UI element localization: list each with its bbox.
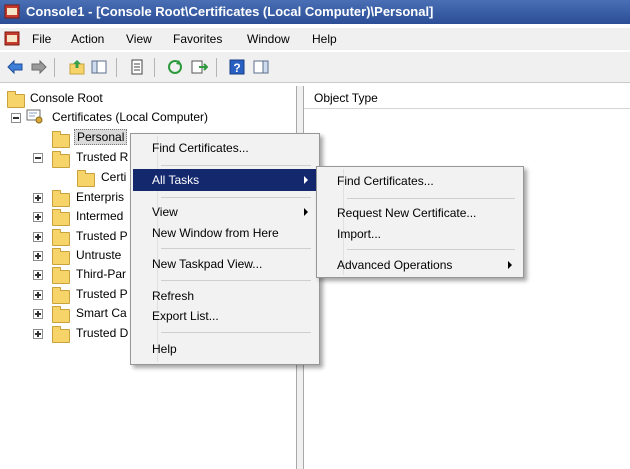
folder-icon <box>52 287 70 304</box>
menu-bar: File Action View Favorites Window Help <box>0 28 630 50</box>
expand-icon[interactable] <box>33 212 43 222</box>
submenu-arrow-icon <box>304 176 308 184</box>
folder-icon <box>52 229 70 246</box>
console-menu-icon[interactable] <box>4 31 20 46</box>
all-tasks-submenu: Find Certificates... Request New Certifi… <box>316 166 524 278</box>
toolbar: ? <box>0 52 630 83</box>
menu-item-label: Import... <box>337 227 382 241</box>
menu-item-label: Refresh <box>152 289 195 303</box>
collapse-icon[interactable] <box>11 113 21 123</box>
menu-favorites[interactable]: Favorites <box>173 32 222 46</box>
tree-item-untrusted[interactable]: Untruste <box>76 248 121 262</box>
submenu-item-import[interactable]: Import... <box>319 223 521 245</box>
menu-help[interactable]: Help <box>312 32 337 46</box>
folder-icon <box>52 190 70 207</box>
menu-item-label: Find Certificates... <box>152 141 249 155</box>
submenu-item-request-new-certificate[interactable]: Request New Certificate... <box>319 202 521 224</box>
expand-icon[interactable] <box>33 329 43 339</box>
back-icon[interactable] <box>6 58 24 76</box>
tree-item-trusted-root[interactable]: Trusted R <box>76 150 128 164</box>
refresh-icon[interactable] <box>166 58 184 76</box>
up-folder-icon[interactable] <box>68 58 86 76</box>
menu-separator <box>161 197 311 198</box>
menu-action[interactable]: Action <box>71 32 104 46</box>
menu-item-label: New Window from Here <box>152 226 279 240</box>
folder-icon <box>52 151 70 168</box>
folder-icon <box>52 306 70 323</box>
column-header-object-type[interactable]: Object Type <box>304 88 630 109</box>
submenu-arrow-icon <box>508 261 512 269</box>
tree-item-trusted-people[interactable]: Trusted P <box>76 287 128 301</box>
menu-item-label: Request New Certificate... <box>337 206 477 220</box>
menu-separator <box>161 248 311 249</box>
properties-icon[interactable] <box>128 58 146 76</box>
menu-item-label: New Taskpad View... <box>152 257 263 271</box>
certificate-snapin-icon <box>26 109 43 124</box>
menu-item-label: View <box>152 205 178 219</box>
submenu-item-advanced-operations[interactable]: Advanced Operations <box>319 254 521 276</box>
forward-icon[interactable] <box>30 58 48 76</box>
mmc-console-icon <box>4 4 20 19</box>
expand-icon[interactable] <box>33 193 43 203</box>
menu-separator <box>347 198 515 199</box>
tree-item-personal[interactable]: Personal <box>74 129 128 145</box>
tree-item-console-root[interactable]: Console Root <box>30 91 103 105</box>
action-pane-icon[interactable] <box>252 58 270 76</box>
show-hide-tree-icon[interactable] <box>90 58 108 76</box>
menu-window[interactable]: Window <box>247 32 290 46</box>
menu-item-all-tasks[interactable]: All Tasks <box>133 169 317 191</box>
expand-icon[interactable] <box>33 309 43 319</box>
tree-item-trusted-devices[interactable]: Trusted D <box>76 326 128 340</box>
submenu-arrow-icon <box>304 208 308 216</box>
menu-item-label: Advanced Operations <box>337 258 453 272</box>
expand-icon[interactable] <box>33 290 43 300</box>
folder-icon <box>52 248 70 265</box>
collapse-icon[interactable] <box>33 153 43 163</box>
tree-item-enterprise[interactable]: Enterpris <box>76 190 124 204</box>
menu-item-label: Export List... <box>152 309 219 323</box>
menu-item-view[interactable]: View <box>133 201 317 223</box>
menu-item-refresh[interactable]: Refresh <box>133 285 317 307</box>
folder-icon <box>52 209 70 226</box>
folder-icon <box>7 91 25 108</box>
menu-item-find-certificates[interactable]: Find Certificates... <box>133 137 317 159</box>
menu-item-help[interactable]: Help <box>133 338 317 360</box>
expand-icon[interactable] <box>33 270 43 280</box>
menu-view[interactable]: View <box>126 32 152 46</box>
tree-item-certificates-child[interactable]: Certi <box>101 170 126 184</box>
tree-item-smart-card[interactable]: Smart Ca <box>76 306 127 320</box>
menu-item-export-list[interactable]: Export List... <box>133 305 317 327</box>
menu-file[interactable]: File <box>32 32 51 46</box>
menu-item-label: All Tasks <box>152 173 200 187</box>
menu-separator <box>161 332 311 333</box>
tree-item-intermediate[interactable]: Intermed <box>76 209 123 223</box>
menu-separator <box>161 280 311 281</box>
tree-item-certificates[interactable]: Certificates (Local Computer) <box>52 110 208 124</box>
menu-item-label: Help <box>152 342 177 356</box>
export-list-icon[interactable] <box>190 58 208 76</box>
svg-text:?: ? <box>233 61 240 75</box>
folder-icon <box>77 170 95 187</box>
menu-separator <box>161 165 311 166</box>
tree-item-trusted-publishers[interactable]: Trusted P <box>76 229 128 243</box>
help-icon[interactable]: ? <box>228 58 246 76</box>
menu-item-new-taskpad[interactable]: New Taskpad View... <box>133 253 317 275</box>
menu-item-new-window[interactable]: New Window from Here <box>133 222 317 244</box>
submenu-item-find-certificates[interactable]: Find Certificates... <box>319 170 521 192</box>
context-menu: Find Certificates... All Tasks View New … <box>130 133 320 365</box>
folder-icon <box>52 267 70 284</box>
menu-separator <box>347 249 515 250</box>
folder-icon <box>52 326 70 343</box>
title-bar: Console1 - [Console Root\Certificates (L… <box>0 0 630 24</box>
expand-icon[interactable] <box>33 251 43 261</box>
menu-item-label: Find Certificates... <box>337 174 434 188</box>
tree-item-third-party[interactable]: Third-Par <box>76 267 126 281</box>
expand-icon[interactable] <box>33 232 43 242</box>
column-header-label: Object Type <box>314 91 378 105</box>
folder-icon <box>52 131 70 148</box>
window-title: Console1 - [Console Root\Certificates (L… <box>26 4 434 19</box>
